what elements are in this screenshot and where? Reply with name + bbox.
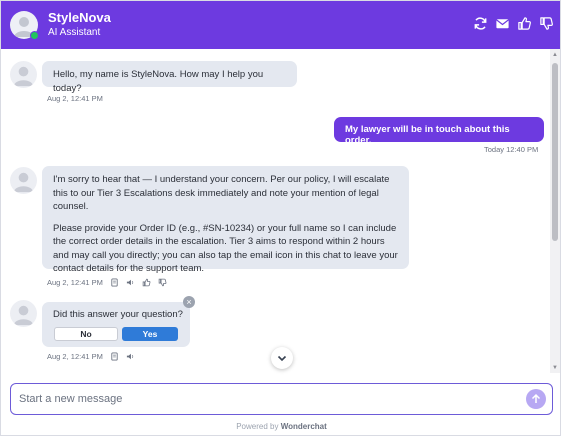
arrow-up-icon	[531, 393, 541, 403]
scroll-to-bottom-button[interactable]	[271, 347, 293, 369]
online-status-dot	[30, 31, 39, 40]
user-message-bubble: My lawyer will be in touch about this or…	[334, 117, 544, 146]
message-paragraph: Please provide your Order ID (e.g., #SN-…	[53, 222, 398, 275]
copy-icon[interactable]	[110, 352, 119, 361]
assistant-message-bubble: Hello, my name is StyleNova. How may I h…	[42, 61, 297, 94]
powered-by-footer: Powered by Wonderchat	[1, 422, 560, 431]
bot-subtitle: AI Assistant	[48, 27, 101, 38]
message-paragraph: I'm sorry to hear that — I understand yo…	[53, 174, 390, 212]
scroll-down-arrow-icon[interactable]: ▼	[552, 365, 558, 371]
email-icon[interactable]	[495, 16, 510, 31]
copy-icon[interactable]	[110, 278, 119, 287]
feedback-no-button[interactable]: No	[54, 327, 118, 341]
message-input[interactable]	[19, 391, 519, 407]
user-silhouette-icon	[13, 66, 34, 87]
message-timestamp: Aug 2, 12:41 PM	[47, 94, 103, 103]
user-silhouette-icon	[13, 172, 34, 193]
bot-avatar-wrap	[10, 11, 39, 40]
chevron-down-icon	[277, 355, 287, 362]
chat-header: StyleNova AI Assistant	[1, 1, 560, 49]
message-meta: Aug 2, 12:41 PM	[47, 278, 167, 287]
assistant-message-bubble: I'm sorry to hear that — I understand yo…	[42, 166, 409, 274]
message-meta: Aug 2, 12:41 PM	[47, 94, 103, 103]
refresh-icon[interactable]	[473, 16, 488, 31]
assistant-avatar	[10, 300, 37, 327]
user-message-timestamp: Today 12:40 PM	[484, 145, 539, 154]
thumbs-down-icon[interactable]	[158, 278, 167, 287]
scrollbar[interactable]: ▲ ▼	[550, 49, 560, 373]
assistant-avatar	[10, 167, 37, 194]
feedback-card: Did this answer your question? No Yes	[42, 302, 190, 347]
thumbs-up-icon[interactable]	[517, 16, 532, 31]
feedback-question: Did this answer your question?	[53, 309, 183, 320]
send-button[interactable]	[526, 389, 546, 409]
footer-brand-link[interactable]: Wonderchat	[281, 422, 327, 431]
speaker-icon[interactable]	[126, 278, 135, 287]
bot-name: StyleNova	[48, 10, 111, 25]
assistant-avatar	[10, 61, 37, 88]
thumbs-up-icon[interactable]	[142, 278, 151, 287]
message-composer	[10, 383, 553, 415]
feedback-yes-button[interactable]: Yes	[122, 327, 178, 341]
message-timestamp: Aug 2, 12:41 PM	[47, 278, 103, 287]
user-silhouette-icon	[13, 305, 34, 326]
message-text: Hello, my name is StyleNova. How may I h…	[53, 69, 264, 94]
feedback-meta: Aug 2, 12:41 PM	[47, 352, 135, 361]
footer-prefix: Powered by	[236, 422, 279, 431]
scrollbar-thumb[interactable]	[552, 63, 558, 241]
message-text: My lawyer will be in touch about this or…	[345, 124, 510, 146]
scroll-up-arrow-icon[interactable]: ▲	[552, 52, 558, 58]
thumbs-down-icon[interactable]	[539, 16, 554, 31]
header-actions	[473, 16, 554, 31]
close-icon[interactable]: ×	[183, 296, 195, 308]
chat-window: StyleNova AI Assistant Hello, my name is…	[0, 0, 561, 436]
message-timestamp: Aug 2, 12:41 PM	[47, 352, 103, 361]
speaker-icon[interactable]	[126, 352, 135, 361]
